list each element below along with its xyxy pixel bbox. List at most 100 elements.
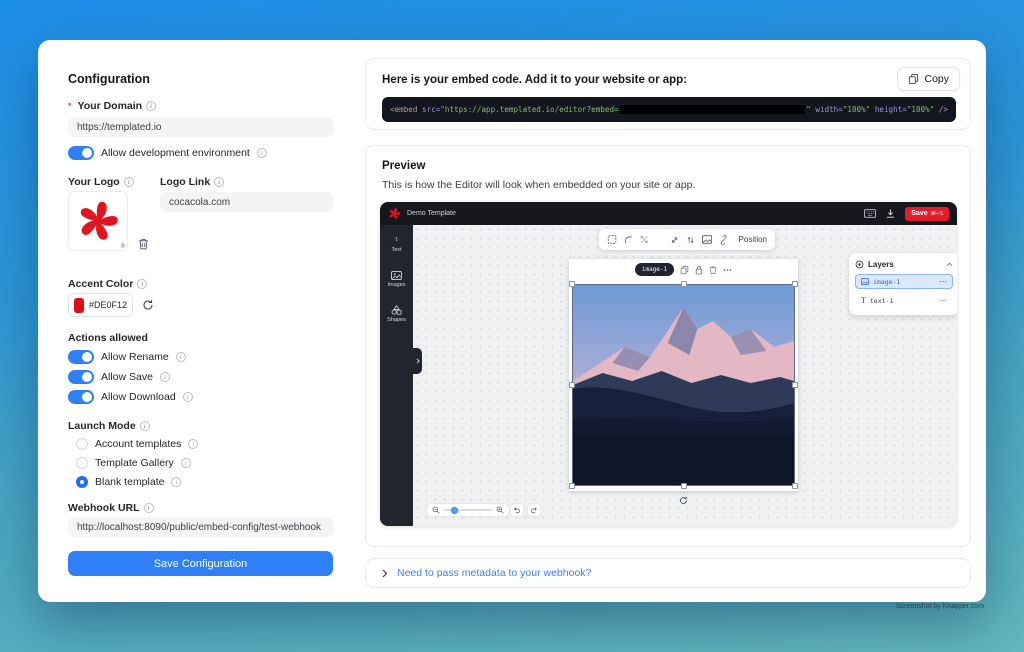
chevron-up-icon[interactable] [946,262,953,267]
sidebar-item-shapes[interactable]: Shapes [382,300,411,328]
canvas-overlay: Position image-1 Layers image-1 T text-1 [413,225,957,526]
zoom-out-icon[interactable] [432,506,440,514]
undo-button[interactable] [510,503,524,517]
info-icon[interactable] [137,279,148,289]
resize-handle-n[interactable] [680,281,687,287]
chevron-right-icon [382,569,388,577]
artboard[interactable]: image-1 [569,259,798,491]
radio-template-gallery[interactable] [76,457,88,469]
allow-download-label: Allow Download [101,391,176,403]
radio-blank-template[interactable] [76,476,88,488]
corner-radius-icon[interactable] [624,235,633,245]
selected-image-layer[interactable] [569,281,798,489]
zoom-slider-knob[interactable] [451,506,458,514]
info-icon[interactable] [159,372,170,382]
info-icon[interactable] [175,352,186,362]
layer-row-image-1[interactable]: image-1 [855,274,953,289]
info-icon[interactable] [188,439,199,449]
allow-rename-toggle[interactable] [68,350,94,364]
editor-topbar: Demo Template Save ⌘+S [380,202,957,225]
keyboard-shortcuts-icon[interactable] [864,209,877,218]
radio-label: Template Gallery [95,457,174,469]
save-configuration-button[interactable]: Save Configuration [68,551,333,576]
webhook-label: Webhook URL [68,502,140,514]
info-icon[interactable] [182,392,193,402]
copy-button[interactable]: Copy [897,67,960,91]
metadata-panel[interactable]: Need to pass metadata to your webhook? [365,558,971,588]
sidebar-item-text[interactable]: T Text [382,230,411,258]
resize-handle-e[interactable] [792,382,798,388]
logo-link-label: Logo Link [160,176,211,188]
accent-color-picker[interactable]: #DE0F12 [68,293,133,317]
position-button[interactable]: Position [739,235,767,244]
info-icon[interactable] [171,477,182,487]
logo-link-input[interactable] [160,192,333,212]
canvas-toolbar: Position [599,229,775,250]
layer-row-text-1[interactable]: T text-1 [855,293,953,308]
info-icon[interactable] [146,101,157,111]
resize-handle-w[interactable] [569,382,575,388]
resize-handle-sw[interactable] [569,483,575,489]
text-layer-icon: T [861,296,866,305]
logo-preview[interactable]: ® [68,191,128,251]
more-options-icon[interactable] [939,299,947,302]
dev-env-toggle[interactable] [68,146,94,160]
embed-code-block[interactable]: <embed src= "https://app.templated.io/edi… [382,97,956,122]
allow-download-toggle[interactable] [68,390,94,404]
info-icon[interactable] [180,458,191,468]
replace-image-icon[interactable] [702,235,713,244]
code-attr-height: height= [870,105,907,114]
preview-panel: Preview This is how the Editor will look… [365,145,971,547]
rotate-handle[interactable] [679,496,688,505]
resize-handle-ne[interactable] [792,281,798,287]
zoom-in-icon[interactable] [496,506,504,514]
images-icon [391,270,402,280]
webhook-input[interactable] [68,517,333,537]
layer-name: image-1 [873,277,901,286]
info-icon[interactable] [256,148,267,158]
select-tool-icon[interactable] [607,234,617,245]
actions-allowed-title: Actions allowed [68,332,148,344]
layers-panel: Layers image-1 T text-1 [849,253,957,315]
editor-save-button[interactable]: Save ⌘+S [905,206,949,221]
domain-input[interactable] [68,117,333,137]
resize-handle-s[interactable] [680,483,687,489]
accent-color-label: Accent Color [68,278,134,290]
info-icon[interactable] [143,503,154,513]
lock-icon[interactable] [695,265,703,275]
allow-rename-label: Allow Rename [101,351,169,363]
layer-name: text-1 [869,296,894,305]
blur-icon[interactable] [640,235,649,245]
more-options-icon[interactable] [723,268,732,272]
embed-code-panel: Here is your embed code. Add it to your … [365,58,971,130]
preview-description: This is how the Editor will look when em… [382,179,696,191]
copy-icon [909,73,919,85]
editor-preview: Demo Template Save ⌘+S T Text Images Sha… [380,202,957,526]
download-icon[interactable] [885,208,896,219]
allow-save-toggle[interactable] [68,370,94,384]
code-height-value: "100%" [906,105,935,114]
layers-title: Layers [868,259,894,269]
trash-icon[interactable] [709,265,717,275]
delete-logo-button[interactable] [138,238,149,250]
move-vertical-icon[interactable] [686,235,695,245]
info-icon[interactable] [214,177,225,187]
configuration-panel: Configuration * Your Domain Allow develo… [68,70,333,580]
save-shortcut-badge: ⌘+S [930,210,943,217]
radio-account-templates[interactable] [76,438,88,450]
link-icon[interactable] [719,234,728,245]
zoom-slider[interactable] [444,506,492,514]
more-options-icon[interactable] [939,280,947,283]
reset-color-button[interactable] [142,299,154,311]
info-icon[interactable] [123,177,134,187]
color-swatch [74,297,84,313]
duplicate-icon[interactable] [680,265,689,275]
info-icon[interactable] [139,421,150,431]
metadata-link[interactable]: Need to pass metadata to your webhook? [397,567,591,579]
sidebar-item-images[interactable]: Images [382,265,411,293]
resize-diagonal-icon[interactable] [670,235,679,245]
resize-handle-se[interactable] [792,483,798,489]
resize-handle-nw[interactable] [569,281,575,287]
launch-mode-label: Launch Mode [68,420,136,432]
redo-button[interactable] [527,503,541,517]
